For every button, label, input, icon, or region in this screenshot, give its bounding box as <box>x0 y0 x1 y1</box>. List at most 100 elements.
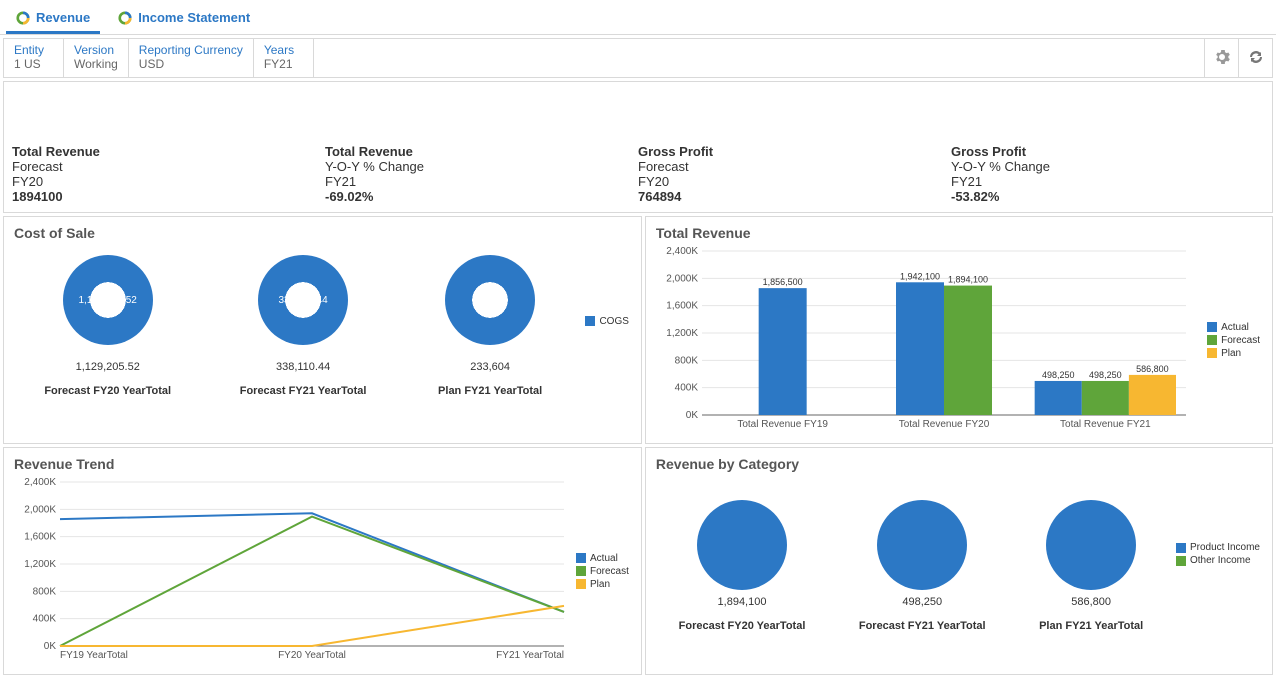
swatch-icon <box>1207 348 1217 358</box>
tab-bar: Revenue Income Statement <box>0 0 1276 35</box>
kpi-title: Total Revenue <box>325 144 628 159</box>
svg-text:Total Revenue FY20: Total Revenue FY20 <box>899 419 990 430</box>
donut-value-label: 338,110.44 <box>276 361 330 373</box>
kpi-sub1: Y-O-Y % Change <box>951 159 1254 174</box>
donut-center-label: 233,604 <box>472 295 508 306</box>
kpi-sub2: FY20 <box>638 174 941 189</box>
kpi-sub1: Forecast <box>12 159 315 174</box>
legend-label: Product Income <box>1190 542 1260 553</box>
svg-text:400K: 400K <box>33 614 57 625</box>
legend-item: COGS <box>585 316 628 327</box>
swatch-icon <box>1207 322 1217 332</box>
kpi-row: Total Revenue Forecast FY20 1894100 Tota… <box>3 81 1273 213</box>
legend-item: Forecast <box>1207 335 1260 346</box>
pov-label: Reporting Currency <box>139 43 243 57</box>
kpi-value: 1894100 <box>12 189 315 204</box>
pov-value: 1 US <box>14 57 53 71</box>
kpi-value: 764894 <box>638 189 941 204</box>
pov-label: Years <box>264 43 303 57</box>
legend-item: Plan <box>1207 348 1260 359</box>
svg-text:800K: 800K <box>33 586 57 597</box>
legend-label: Plan <box>1221 348 1241 359</box>
donut-chart-icon <box>118 11 132 25</box>
svg-text:1,942,100: 1,942,100 <box>900 271 940 281</box>
card-title: Total Revenue <box>656 225 1266 241</box>
svg-text:0K: 0K <box>44 641 57 652</box>
line-chart: 0K400K800K1,200K1,600K2,000K2,400KFY19 Y… <box>10 476 570 666</box>
legend-label: Plan <box>590 579 610 590</box>
donut-item: 233,604 233,604 Plan FY21 YearTotal <box>435 245 545 397</box>
kpi-total-revenue-yoy: Total Revenue Y-O-Y % Change FY21 -69.02… <box>325 144 638 204</box>
kpi-title: Total Revenue <box>12 144 315 159</box>
donut-value-label: 233,604 <box>470 361 510 373</box>
svg-text:1,600K: 1,600K <box>666 301 698 312</box>
pie-caption: Plan FY21 YearTotal <box>1039 620 1143 632</box>
pie-multiples: 1,894,100 Forecast FY20 YearTotal 498,25… <box>652 476 1170 632</box>
donut-center-label: 338,110.44 <box>278 295 327 306</box>
legend: Product Income Other Income <box>1170 476 1266 632</box>
svg-text:2,400K: 2,400K <box>24 477 56 488</box>
pov-reporting-currency[interactable]: Reporting Currency USD <box>129 39 254 77</box>
pie-value-label: 586,800 <box>1071 596 1111 608</box>
swatch-icon <box>576 553 586 563</box>
legend-label: Forecast <box>1221 335 1260 346</box>
svg-text:800K: 800K <box>675 355 699 366</box>
card-revenue-by-category: Revenue by Category 1,894,100 Forecast F… <box>645 447 1273 675</box>
legend-label: COGS <box>599 316 628 327</box>
donut-item: 338,110.44 338,110.44 Forecast FY21 Year… <box>240 245 367 397</box>
tab-label: Income Statement <box>138 10 250 25</box>
pie-item: 498,250 Forecast FY21 YearTotal <box>859 476 986 632</box>
tab-revenue[interactable]: Revenue <box>6 4 100 34</box>
pie-item: 1,894,100 Forecast FY20 YearTotal <box>679 476 806 632</box>
svg-text:Total Revenue FY19: Total Revenue FY19 <box>737 419 828 430</box>
donut-chart: 338,110.44 <box>258 255 348 345</box>
pie-caption: Forecast FY20 YearTotal <box>679 620 806 632</box>
pov-value: USD <box>139 57 243 71</box>
pov-value: Working <box>74 57 118 71</box>
svg-text:2,000K: 2,000K <box>24 504 56 515</box>
kpi-title: Gross Profit <box>638 144 941 159</box>
kpi-total-revenue-forecast: Total Revenue Forecast FY20 1894100 <box>12 144 325 204</box>
svg-text:400K: 400K <box>675 383 699 394</box>
tab-label: Revenue <box>36 10 90 25</box>
svg-text:1,856,500: 1,856,500 <box>763 277 803 287</box>
legend-item: Other Income <box>1176 555 1260 566</box>
kpi-gross-profit-forecast: Gross Profit Forecast FY20 764894 <box>638 144 951 204</box>
donut-caption: Forecast FY20 YearTotal <box>44 385 171 397</box>
card-total-revenue: Total Revenue 0K400K800K1,200K1,600K2,00… <box>645 216 1273 444</box>
card-revenue-trend: Revenue Trend 0K400K800K1,200K1,600K2,00… <box>3 447 642 675</box>
refresh-button[interactable] <box>1238 39 1272 77</box>
tab-income-statement[interactable]: Income Statement <box>108 4 260 34</box>
pov-version[interactable]: Version Working <box>64 39 129 77</box>
kpi-gross-profit-yoy: Gross Profit Y-O-Y % Change FY21 -53.82% <box>951 144 1264 204</box>
svg-text:2,400K: 2,400K <box>666 246 698 257</box>
legend-item: Actual <box>576 553 629 564</box>
pov-years[interactable]: Years FY21 <box>254 39 314 77</box>
pov-spacer <box>314 39 1204 77</box>
swatch-icon <box>1176 556 1186 566</box>
legend-label: Actual <box>1221 322 1249 333</box>
pov-value: FY21 <box>264 57 303 71</box>
legend-label: Actual <box>590 553 618 564</box>
pie-item: 586,800 Plan FY21 YearTotal <box>1039 476 1143 632</box>
kpi-value: -53.82% <box>951 189 1254 204</box>
pov-label: Entity <box>14 43 53 57</box>
svg-text:586,800: 586,800 <box>1136 364 1169 374</box>
dashboard-grid: Cost of Sale 1,129,205.52 1,129,205.52 F… <box>3 216 1273 675</box>
donut-center-label: 1,129,205.52 <box>78 295 136 306</box>
refresh-icon <box>1248 49 1264 68</box>
pov-entity[interactable]: Entity 1 US <box>4 39 64 77</box>
svg-text:1,200K: 1,200K <box>24 559 56 570</box>
donut-caption: Forecast FY21 YearTotal <box>240 385 367 397</box>
swatch-icon <box>576 579 586 589</box>
donut-chart-icon <box>16 11 30 25</box>
svg-text:498,250: 498,250 <box>1042 370 1075 380</box>
kpi-value: -69.02% <box>325 189 628 204</box>
pie-chart <box>697 500 787 590</box>
donut-multiples: 1,129,205.52 1,129,205.52 Forecast FY20 … <box>10 245 579 397</box>
bar-chart: 0K400K800K1,200K1,600K2,000K2,400K1,856,… <box>652 245 1201 435</box>
legend: COGS <box>579 245 634 397</box>
pov-label: Version <box>74 43 118 57</box>
card-cost-of-sale: Cost of Sale 1,129,205.52 1,129,205.52 F… <box>3 216 642 444</box>
settings-button[interactable] <box>1204 39 1238 77</box>
